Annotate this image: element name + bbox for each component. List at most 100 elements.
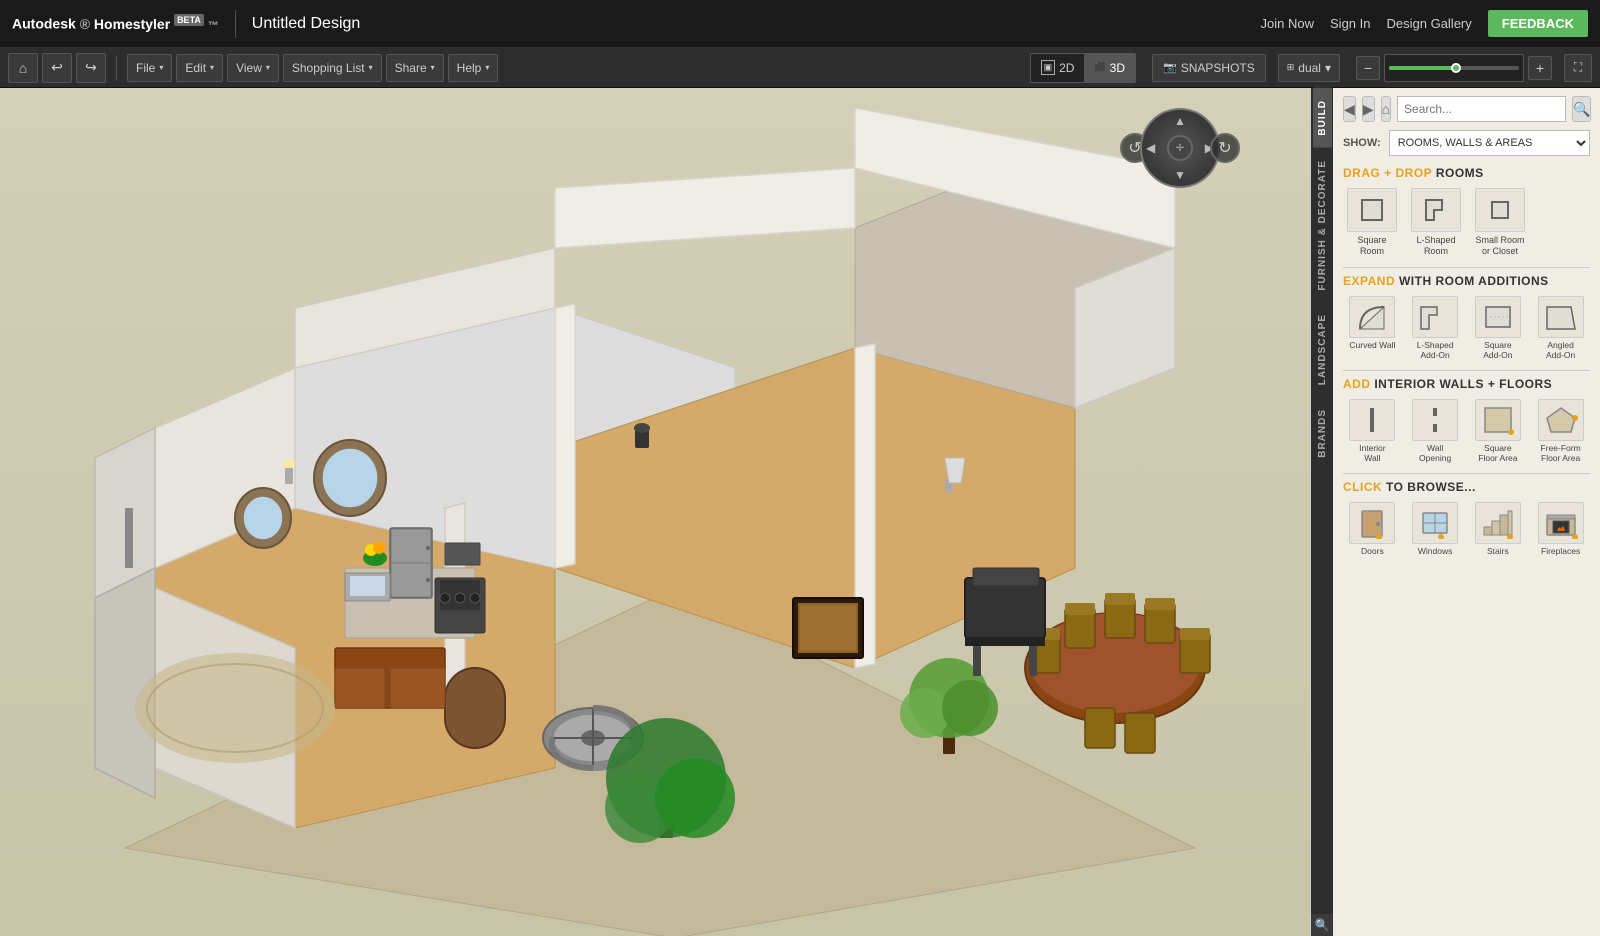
windows-label: Windows	[1418, 546, 1452, 556]
angled-addon-item[interactable]: AngledAdd-On	[1531, 296, 1590, 360]
square-floor-item[interactable]: SquareFloor Area	[1469, 399, 1528, 463]
share-arrow: ▾	[431, 63, 435, 72]
square-floor-label: SquareFloor Area	[1478, 443, 1517, 463]
curved-wall-item[interactable]: Curved Wall	[1343, 296, 1402, 360]
sidebar-tab-landscape[interactable]: LANDSCAPE	[1313, 302, 1332, 397]
edit-menu[interactable]: Edit ▾	[176, 54, 223, 82]
viewport[interactable]: ↺ ▲ ▼ ◀ ▶ ✛ ↻	[0, 88, 1310, 936]
square-addon-item[interactable]: SquareAdd-On	[1469, 296, 1528, 360]
main-content: ↺ ▲ ▼ ◀ ▶ ✛ ↻	[0, 88, 1600, 936]
dual-button[interactable]: ⊞ dual ▾	[1278, 54, 1340, 82]
sidebar-forward-button[interactable]: ▶	[1362, 96, 1375, 122]
curved-wall-icon	[1349, 296, 1395, 338]
zoom-fill	[1389, 66, 1454, 70]
join-now-link[interactable]: Join Now	[1261, 16, 1314, 31]
click-browse-prefix: CLICK	[1343, 480, 1382, 494]
show-dropdown[interactable]: ROOMS, WALLS & AREAS	[1389, 130, 1590, 156]
sidebar-home-button[interactable]: ⌂	[1381, 96, 1391, 122]
interior-walls-grid: InteriorWall WallOpening	[1343, 399, 1590, 463]
snapshots-label: SNAPSHOTS	[1181, 61, 1255, 75]
view-menu[interactable]: View ▾	[227, 54, 279, 82]
l-shaped-addon-label: L-ShapedAdd-On	[1417, 340, 1454, 360]
sidebar-tab-strip: BUILD FURNISH & DECORATE LANDSCAPE BRAND…	[1311, 88, 1333, 936]
snapshots-button[interactable]: 📷 SNAPSHOTS	[1152, 54, 1266, 82]
sidebar-tab-build[interactable]: BUILD	[1313, 88, 1332, 148]
zoom-thumb[interactable]	[1451, 63, 1461, 73]
file-menu[interactable]: File ▾	[127, 54, 172, 82]
feedback-button[interactable]: FEEDBACK	[1488, 10, 1588, 37]
design-title: Untitled Design	[252, 15, 361, 33]
view-3d-button[interactable]: ⬛ 3D	[1084, 54, 1135, 82]
l-shaped-room-item[interactable]: L-ShapedRoom	[1407, 188, 1465, 257]
sidebar-back-button[interactable]: ◀	[1343, 96, 1356, 122]
shopping-list-menu[interactable]: Shopping List ▾	[283, 54, 382, 82]
sidebar-search-submit[interactable]: 🔍	[1572, 96, 1591, 122]
interior-walls-prefix: ADD	[1343, 377, 1371, 391]
doors-label: Doors	[1361, 546, 1384, 556]
sidebar-search-icon[interactable]: 🔍	[1311, 914, 1333, 936]
view-label: View	[236, 61, 262, 75]
click-browse-section-header: CLICK TO BROWSE...	[1343, 480, 1590, 494]
expand-suffix: WITH ROOM ADDITIONS	[1399, 274, 1549, 288]
nav-up[interactable]: ▲	[1174, 114, 1186, 128]
stairs-item[interactable]: Stairs	[1469, 502, 1528, 556]
help-menu[interactable]: Help ▾	[448, 54, 499, 82]
sidebar-search-input[interactable]	[1397, 96, 1566, 122]
freeform-floor-icon	[1538, 399, 1584, 441]
fireplaces-item[interactable]: Fireplaces	[1531, 502, 1590, 556]
mode-3d-label: 3D	[1110, 61, 1125, 75]
redo-button[interactable]: ↪	[76, 53, 106, 83]
nav-left[interactable]: ◀	[1146, 141, 1155, 155]
square-room-item[interactable]: SquareRoom	[1343, 188, 1401, 257]
nav-control[interactable]: ↺ ▲ ▼ ◀ ▶ ✛ ↻	[1120, 108, 1240, 188]
rotate-right-button[interactable]: ↻	[1210, 133, 1240, 163]
top-header: Autodesk ® Homestyler BETA ™ Untitled De…	[0, 0, 1600, 48]
nav-disc: ▲ ▼ ◀ ▶ ✛	[1140, 108, 1220, 188]
share-menu[interactable]: Share ▾	[386, 54, 444, 82]
square-room-icon	[1347, 188, 1397, 232]
wall-opening-icon	[1412, 399, 1458, 441]
file-arrow: ▾	[159, 63, 163, 72]
home-button[interactable]: ⌂	[8, 53, 38, 83]
interior-walls-section-header: ADD INTERIOR WALLS + FLOORS	[1343, 377, 1590, 391]
interior-wall-item[interactable]: InteriorWall	[1343, 399, 1402, 463]
drag-drop-section-header: DRAG + DROP ROOMS	[1343, 166, 1590, 180]
header-divider	[235, 10, 236, 38]
zoom-in-button[interactable]: +	[1528, 56, 1552, 80]
undo-button[interactable]: ↩	[42, 53, 72, 83]
dual-label: dual	[1298, 61, 1321, 75]
sidebar-tab-brands[interactable]: BRANDS	[1313, 397, 1332, 470]
nav-down[interactable]: ▼	[1174, 168, 1186, 182]
scene-background: ↺ ▲ ▼ ◀ ▶ ✛ ↻	[0, 88, 1310, 936]
mode-2d-label: 2D	[1059, 61, 1074, 75]
zoom-track	[1389, 66, 1519, 70]
design-gallery-link[interactable]: Design Gallery	[1387, 16, 1472, 31]
help-label: Help	[457, 61, 482, 75]
toolbar-separator-1	[116, 56, 117, 80]
square-addon-label: SquareAdd-On	[1483, 340, 1512, 360]
click-browse-suffix: TO BROWSE...	[1386, 480, 1476, 494]
l-shaped-addon-item[interactable]: L-ShapedAdd-On	[1406, 296, 1465, 360]
shopping-list-arrow: ▾	[369, 63, 373, 72]
small-room-label: Small Roomor Closet	[1475, 235, 1524, 257]
nav-center[interactable]: ✛	[1167, 135, 1193, 161]
zoom-slider[interactable]	[1384, 54, 1524, 82]
doors-item[interactable]: Doors	[1343, 502, 1402, 556]
sign-in-link[interactable]: Sign In	[1330, 16, 1370, 31]
freeform-floor-item[interactable]: Free-FormFloor Area	[1531, 399, 1590, 463]
small-room-icon	[1475, 188, 1525, 232]
zoom-out-button[interactable]: −	[1356, 56, 1380, 80]
help-arrow: ▾	[485, 63, 489, 72]
small-room-item[interactable]: Small Roomor Closet	[1471, 188, 1529, 257]
show-label: SHOW:	[1343, 137, 1381, 149]
view-2d-button[interactable]: ▣ 2D	[1031, 54, 1085, 82]
angled-addon-label: AngledAdd-On	[1546, 340, 1575, 360]
stairs-label: Stairs	[1487, 546, 1509, 556]
drag-drop-prefix: DRAG + DROP	[1343, 166, 1432, 180]
sidebar-top-bar: ◀ ▶ ⌂ 🔍	[1343, 96, 1590, 122]
fullscreen-button[interactable]: ⛶	[1564, 54, 1592, 82]
sidebar-tab-furnish[interactable]: FURNISH & DECORATE	[1313, 148, 1332, 303]
wall-opening-item[interactable]: WallOpening	[1406, 399, 1465, 463]
windows-item[interactable]: Windows	[1406, 502, 1465, 556]
toolbar: ⌂ ↩ ↪ File ▾ Edit ▾ View ▾ Shopping List…	[0, 48, 1600, 88]
